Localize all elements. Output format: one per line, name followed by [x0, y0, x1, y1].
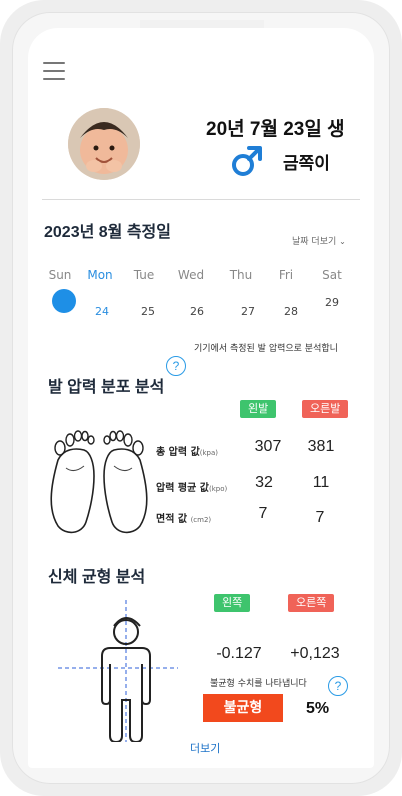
avg-right-value: 11	[312, 474, 330, 491]
menu-icon[interactable]	[43, 62, 65, 86]
more-link[interactable]: 더보기	[190, 740, 220, 756]
measure-title: 2023년 8월 측정일	[44, 224, 171, 241]
day-mon: Mon	[87, 268, 113, 282]
imbalance-note: 불균형 수치를 나타냅니다	[210, 679, 307, 689]
total-right-value: 381	[307, 438, 335, 455]
selected-date[interactable]	[52, 289, 76, 313]
area-left-value: 7	[258, 505, 268, 522]
day-tue: Tue	[133, 268, 155, 282]
date-24[interactable]: 24	[87, 305, 117, 318]
help-icon[interactable]: ?	[166, 356, 186, 376]
day-sat: Sat	[322, 268, 342, 282]
date-26[interactable]: 26	[182, 305, 212, 318]
feet-icon	[50, 430, 148, 534]
left-foot-badge: 왼발	[240, 400, 277, 418]
child-name: 금쪽이	[283, 154, 330, 173]
avg-left-value: 32	[255, 474, 273, 491]
balance-title: 신체 균형 분석	[48, 569, 146, 586]
male-icon	[230, 144, 264, 182]
more-dates-link[interactable]: 날짜 더보기 ⌄	[292, 234, 346, 247]
avg-pressure-label: 압력 평균 값(kpo)	[156, 483, 228, 494]
imbalance-status-button[interactable]: 불균형	[203, 694, 283, 722]
right-balance-value: +0,123	[290, 645, 340, 662]
day-wed: Wed	[177, 268, 205, 282]
day-sun: Sun	[48, 268, 72, 282]
imbalance-percent: 5%	[306, 700, 330, 717]
divider	[42, 199, 360, 200]
day-thu: Thu	[229, 268, 253, 282]
more-dates-label: 날짜 더보기	[292, 237, 337, 247]
date-29[interactable]: 29	[317, 296, 347, 309]
right-side-badge: 오른쪽	[288, 594, 335, 612]
avatar	[68, 108, 140, 180]
body-balance-icon	[58, 600, 178, 742]
left-side-badge: 왼쪽	[214, 594, 251, 612]
day-fri: Fri	[278, 268, 294, 282]
area-label: 면적 값 (cm2)	[156, 514, 212, 525]
pressure-title: 발 압력 분포 분석	[48, 379, 165, 396]
date-25[interactable]: 25	[133, 305, 163, 318]
total-left-value: 307	[254, 438, 282, 455]
left-balance-value: -0.127	[216, 645, 262, 662]
help-icon[interactable]: ?	[328, 676, 348, 696]
birth-date: 20년 7월 23일 생	[206, 119, 345, 140]
right-foot-badge: 오른발	[302, 400, 349, 418]
total-pressure-label: 총 압력 값(kpa)	[156, 447, 219, 458]
chevron-down-icon: ⌄	[339, 237, 346, 246]
date-28[interactable]: 28	[276, 305, 306, 318]
app-screen: 20년 7월 23일 생 금쪽이 2023년 8월 측정일 날짜 더보기 ⌄ S…	[28, 28, 374, 768]
measure-note: 기기에서 측정된 발 압력으로 분석합니	[194, 344, 338, 354]
area-right-value: 7	[315, 509, 325, 526]
date-27[interactable]: 27	[233, 305, 263, 318]
